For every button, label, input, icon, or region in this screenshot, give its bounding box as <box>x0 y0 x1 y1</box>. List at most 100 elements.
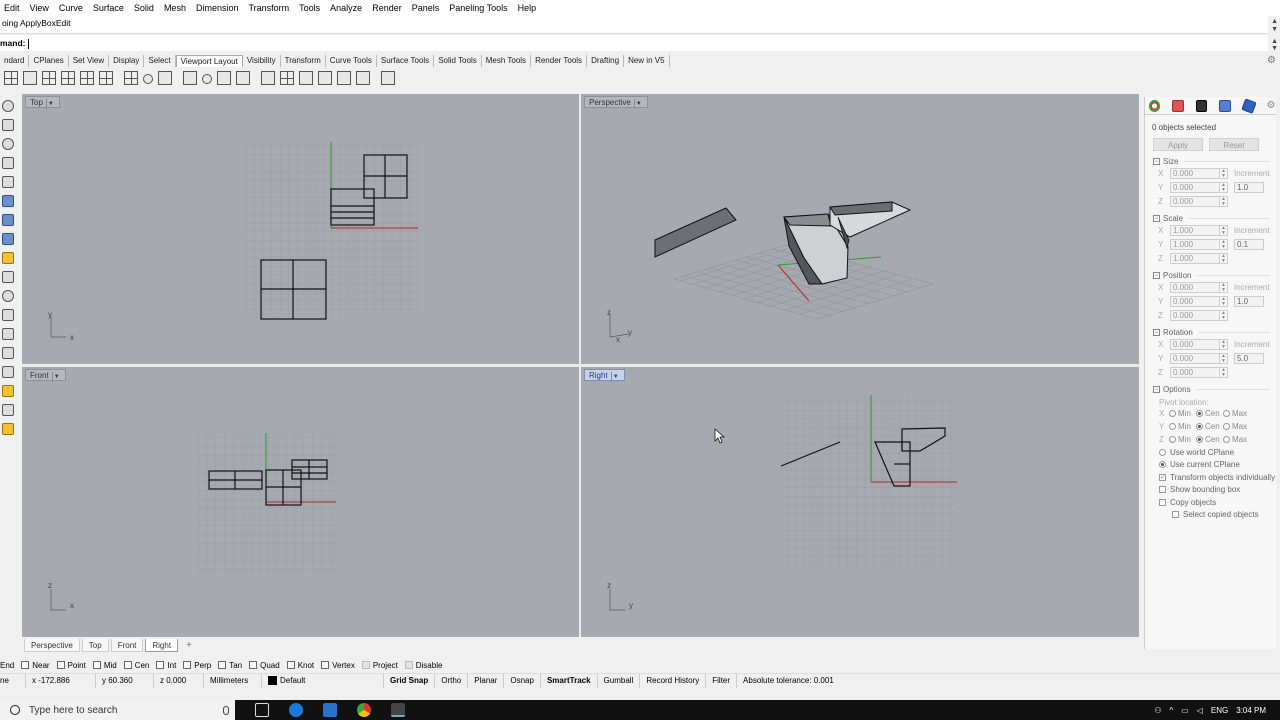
environment-icon[interactable] <box>1172 99 1184 112</box>
store-icon[interactable] <box>323 703 337 717</box>
detail-view-icon[interactable] <box>280 71 294 85</box>
osnap-end[interactable]: End <box>0 661 14 670</box>
solid-tool-icon[interactable] <box>2 214 14 226</box>
chevron-down-icon[interactable]: ▼ <box>45 99 55 109</box>
dimension-tool-icon[interactable] <box>2 271 14 283</box>
menu-mesh[interactable]: Mesh <box>164 3 186 13</box>
osnap-checkbox[interactable] <box>249 661 258 669</box>
osnap-checkbox[interactable] <box>361 661 370 669</box>
split-horizontal-icon[interactable] <box>42 71 56 85</box>
viewport-tab-front[interactable]: Front <box>110 638 144 652</box>
viewport-front[interactable]: z x Front ▼ <box>22 367 579 637</box>
pivot-z-cen-radio[interactable] <box>1196 436 1203 443</box>
osnap-perp[interactable]: Perp <box>183 661 211 670</box>
spinner-icon[interactable]: ▲ ▼ <box>1220 295 1228 307</box>
position-y-field[interactable]: 0.000 <box>1170 295 1220 307</box>
tab-display[interactable]: Display <box>109 55 145 67</box>
maximize-viewport-icon[interactable] <box>23 71 37 85</box>
rhino-app-icon[interactable] <box>391 703 405 717</box>
surface-tool-icon[interactable] <box>2 195 14 207</box>
tab-render-tools[interactable]: Render Tools <box>531 55 588 67</box>
box-edit-icon[interactable] <box>1241 97 1257 114</box>
toolbar-settings-gear-icon[interactable]: ⚙ <box>1267 55 1276 66</box>
pivot-x-min-radio[interactable] <box>1169 410 1176 417</box>
volume-icon[interactable]: ◁ <box>1197 706 1203 715</box>
tab-set-view[interactable]: Set View <box>69 55 110 67</box>
menu-render[interactable]: Render <box>372 3 402 13</box>
scale-z-field[interactable]: 1.000 <box>1170 252 1220 264</box>
collapse-icon[interactable]: − <box>1153 272 1160 279</box>
osnap-cen[interactable]: Cen <box>123 661 149 670</box>
chevron-up-icon[interactable]: ^ <box>1169 706 1173 715</box>
osnap-checkbox[interactable] <box>321 661 330 669</box>
taskbar-search[interactable]: Type here to search <box>0 700 235 720</box>
add-viewport-tab-icon[interactable]: + <box>180 639 198 652</box>
tab-visibility[interactable]: Visibility <box>243 55 281 67</box>
osnap-checkbox[interactable] <box>56 661 65 669</box>
print-icon[interactable] <box>381 71 395 85</box>
collapse-icon[interactable]: − <box>1153 158 1160 165</box>
apply-button[interactable]: Apply <box>1153 138 1203 151</box>
trim-tool-icon[interactable] <box>2 309 14 321</box>
microphone-icon[interactable] <box>223 705 229 715</box>
edge-browser-icon[interactable] <box>289 703 303 717</box>
spinner-icon[interactable]: ▲ ▼ <box>1220 181 1228 193</box>
rotation-x-field[interactable]: 0.000 <box>1170 338 1220 350</box>
boolean-tool-icon[interactable] <box>2 290 14 302</box>
split-tool-icon[interactable] <box>2 328 14 340</box>
tab-solid-tools[interactable]: Solid Tools <box>434 55 482 67</box>
pivot-y-min-radio[interactable] <box>1169 423 1176 430</box>
language-indicator[interactable]: ENG <box>1211 706 1228 715</box>
osnap-checkbox[interactable] <box>183 661 192 669</box>
osnap-checkbox[interactable] <box>286 661 295 669</box>
fillet-tool-icon[interactable] <box>2 252 14 264</box>
spinner-icon[interactable]: ▲ ▼ <box>1220 224 1228 236</box>
pivot-z-min-radio[interactable] <box>1169 436 1176 443</box>
tab-new-in-v5[interactable]: New in V5 <box>624 55 670 67</box>
viewport-right[interactable]: z y Right ▼ <box>581 367 1139 637</box>
position-z-field[interactable]: 0.000 <box>1170 309 1220 321</box>
record-history-toggle[interactable]: Record History <box>640 673 707 688</box>
viewport-title-right[interactable]: Right ▼ <box>584 369 625 382</box>
transform-tool-icon[interactable] <box>2 347 14 359</box>
collapse-icon[interactable]: − <box>1153 386 1160 393</box>
new-layout-icon[interactable] <box>261 71 275 85</box>
command-scroll-down-icon[interactable]: ▼ <box>1271 45 1278 52</box>
checkmark-icon[interactable]: ✓ <box>1159 473 1166 481</box>
command-line[interactable]: mand: <box>0 35 1268 51</box>
chrome-icon[interactable] <box>357 703 371 717</box>
menu-analyze[interactable]: Analyze <box>330 3 362 13</box>
mesh-tool-icon[interactable] <box>2 233 14 245</box>
pivot-x-max-radio[interactable] <box>1223 410 1230 417</box>
osnap-toggle[interactable]: Osnap <box>504 673 541 688</box>
filter-toggle[interactable]: Filter <box>706 673 738 688</box>
use-current-cplane-radio[interactable] <box>1159 461 1166 469</box>
position-x-field[interactable]: 0.000 <box>1170 281 1220 293</box>
analyze-tool-icon[interactable] <box>2 385 14 397</box>
show-bounding-box-checkbox[interactable] <box>1159 486 1166 494</box>
viewport-title-front[interactable]: Front ▼ <box>25 369 66 382</box>
spinner-icon[interactable]: ▲ ▼ <box>1220 338 1228 350</box>
gumball-toggle[interactable]: Gumball <box>598 673 641 688</box>
pivot-x-cen-radio[interactable] <box>1196 410 1203 417</box>
curve-tool-icon[interactable] <box>2 176 14 188</box>
menu-curve[interactable]: Curve <box>59 3 83 13</box>
osnap-checkbox[interactable] <box>156 661 165 669</box>
osnap-point[interactable]: Point <box>56 661 86 670</box>
current-layer[interactable]: Default <box>262 673 384 688</box>
task-view-icon[interactable] <box>255 703 269 717</box>
collapse-icon[interactable]: − <box>1153 329 1160 336</box>
spinner-icon[interactable]: ▲ ▼ <box>1220 309 1228 321</box>
osnap-checkbox[interactable] <box>123 661 132 669</box>
select-copied-objects-option[interactable]: Select copied objects <box>1145 509 1276 522</box>
osnap-checkbox[interactable] <box>404 661 413 669</box>
tab-mesh-tools[interactable]: Mesh Tools <box>482 55 532 67</box>
menu-edit[interactable]: Edit <box>4 3 20 13</box>
menu-transform[interactable]: Transform <box>248 3 289 13</box>
viewport-perspective[interactable]: z y x Perspective ▼ <box>581 94 1139 364</box>
viewport-tab-top[interactable]: Top <box>81 638 109 652</box>
viewport-tab-right[interactable]: Right <box>145 638 179 652</box>
copy-layout-icon[interactable] <box>318 71 332 85</box>
pivot-z-max-radio[interactable] <box>1223 436 1230 443</box>
scale-section[interactable]: − Scale <box>1145 208 1276 223</box>
